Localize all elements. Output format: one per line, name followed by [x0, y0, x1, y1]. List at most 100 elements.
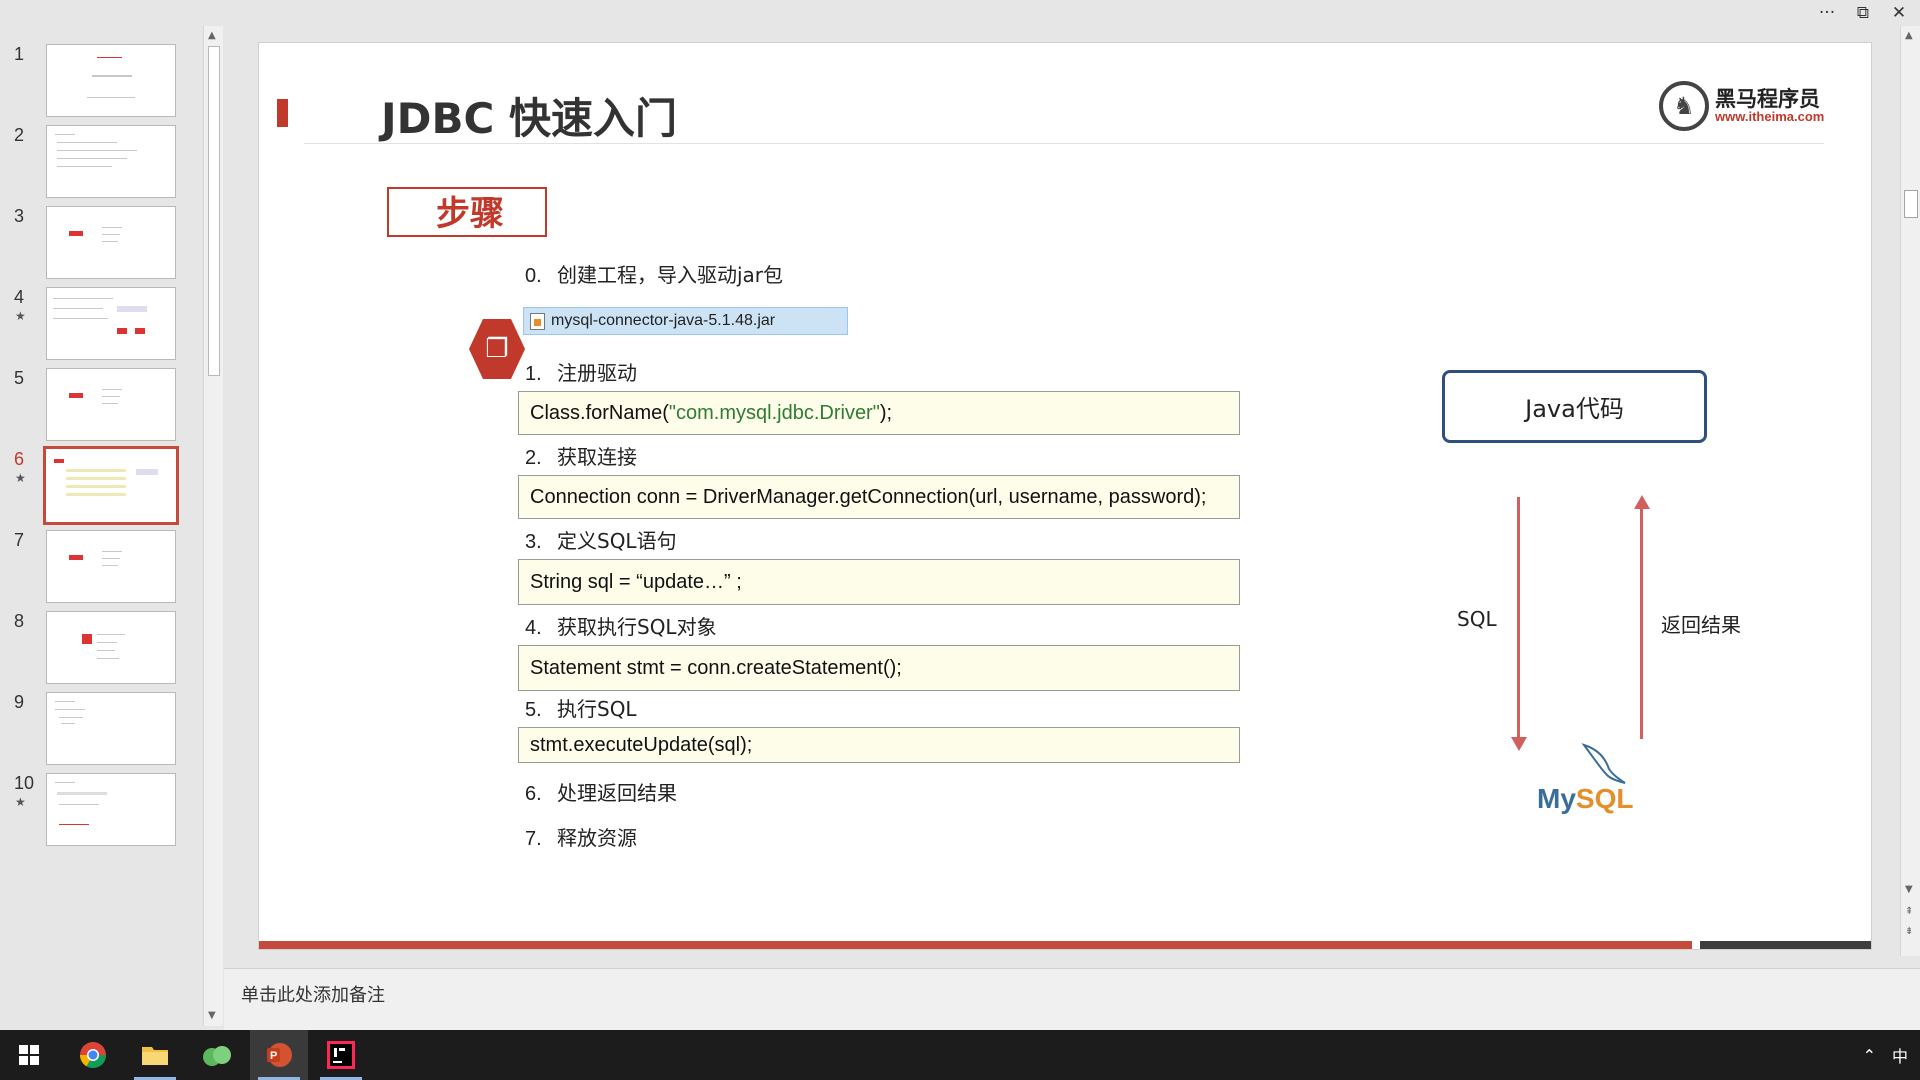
horse-logo-icon: ♞ [1659, 81, 1709, 131]
step-number: 5. [525, 699, 542, 721]
taskbar-chrome[interactable] [64, 1030, 122, 1080]
code-execute-sql[interactable]: stmt.executeUpdate(sql); [518, 727, 1240, 763]
slide-title[interactable]: JDBC 快速入门 [381, 85, 677, 146]
taskbar-app[interactable] [188, 1030, 246, 1080]
step-text: 创建工程，导入驱动jar包 [557, 263, 784, 287]
mysql-my: My [1537, 783, 1576, 814]
thumbnail-number: 1 [14, 44, 25, 64]
arrow-down-head-icon [1511, 737, 1527, 751]
mysql-logo: MySQL [1537, 743, 1647, 823]
animation-star-icon: ★ [15, 309, 26, 323]
thumbnail-number: 4 [14, 287, 25, 307]
tray-expand-icon[interactable]: ⌃ [1863, 1046, 1876, 1065]
thumbnail-scrollbar[interactable]: ▲ ▼ [203, 26, 223, 1026]
step-item: 6. 处理返回结果 [525, 777, 677, 806]
code-text: Class.forName( [530, 401, 669, 424]
current-slide[interactable]: JDBC 快速入门 ♞ 黑马程序员 www.itheima.com ❐ 步骤 0… [258, 42, 1872, 950]
step-number: 3. [525, 531, 542, 553]
mysql-wordmark: MySQL [1537, 783, 1633, 815]
scrollbar-thumb[interactable] [1904, 190, 1918, 218]
input-method-indicator[interactable]: 中 [1892, 1043, 1908, 1067]
system-tray: ⌃ 中 [1863, 1030, 1908, 1080]
step-text: 获取执行SQL对象 [557, 615, 717, 639]
taskbar-intellij[interactable] [312, 1030, 370, 1080]
slide-thumbnail-pane: 1 2 3 4 ★ 5 6 ★ 7 8 9 10 ★ [0, 26, 205, 1026]
thumbnail-slide-9[interactable]: 9 [0, 692, 200, 782]
code-register-driver[interactable]: Class.forName("com.mysql.jdbc.Driver"); [518, 391, 1240, 435]
thumbnail-slide-8[interactable]: 8 [0, 611, 200, 701]
document-icon: ❐ [469, 319, 525, 379]
thumbnail-number: 10 [14, 773, 35, 793]
notes-placeholder: 单击此处添加备注 [241, 985, 385, 1006]
animation-star-icon: ★ [15, 471, 26, 485]
scroll-up-arrow-icon[interactable]: ▲ [1905, 30, 1913, 41]
more-options-button[interactable]: ··· [1816, 3, 1838, 23]
slide-scrollbar[interactable]: ▲ ▼ ⇞ ⇟ [1900, 26, 1920, 956]
thumbnail-preview [43, 446, 179, 525]
step-item: 3. 定义SQL语句 [525, 525, 677, 554]
thumbnail-slide-2[interactable]: 2 [0, 125, 200, 215]
step-item: 0. 创建工程，导入驱动jar包 [525, 259, 783, 288]
jar-file-icon [530, 312, 545, 330]
thumbnail-slide-6[interactable]: 6 ★ [0, 446, 200, 539]
notes-pane[interactable]: 单击此处添加备注 [224, 968, 1920, 1030]
step-header-label: 步骤 [436, 194, 504, 234]
footer-dark-bar [1700, 941, 1871, 949]
code-text: String sql = “update…” ; [530, 570, 742, 593]
windows-icon [19, 1045, 39, 1065]
thumbnail-slide-3[interactable]: 3 [0, 206, 200, 296]
step-number: 6. [525, 783, 542, 805]
thumbnail-number: 2 [14, 125, 25, 145]
step-text: 获取连接 [557, 445, 637, 469]
scrollbar-thumb[interactable] [208, 46, 220, 376]
thumbnail-slide-7[interactable]: 7 [0, 530, 200, 620]
green-app-icon [203, 1046, 231, 1066]
next-slide-icon[interactable]: ⇟ [1905, 926, 1913, 937]
step-text: 注册驱动 [557, 361, 637, 385]
thumbnail-preview [46, 44, 176, 117]
itheima-logo: ♞ 黑马程序员 www.itheima.com [1659, 81, 1824, 131]
thumbnail-preview [46, 287, 176, 360]
step-text: 执行SQL [557, 697, 637, 721]
sql-down-arrow [1517, 497, 1520, 739]
code-define-sql[interactable]: String sql = “update…” ; [518, 559, 1240, 605]
taskbar-file-explorer[interactable] [126, 1030, 184, 1080]
arrow-up-head-icon [1634, 495, 1650, 509]
thumbnail-number: 5 [14, 368, 25, 388]
thumbnail-preview [46, 206, 176, 279]
thumbnail-number: 3 [14, 206, 25, 226]
previous-slide-icon[interactable]: ⇞ [1905, 906, 1913, 917]
close-button[interactable]: ✕ [1888, 3, 1910, 23]
scroll-up-arrow-icon[interactable]: ▲ [208, 30, 216, 41]
thumbnail-slide-4[interactable]: 4 ★ [0, 287, 200, 377]
scroll-down-arrow-icon[interactable]: ▼ [208, 1010, 216, 1021]
java-code-box[interactable]: Java代码 [1442, 370, 1707, 443]
thumbnail-number: 6 [14, 449, 25, 469]
thumbnail-number: 8 [14, 611, 25, 631]
code-get-connection[interactable]: Connection conn = DriverManager.getConne… [518, 475, 1240, 519]
taskbar: P ⌃ 中 [0, 1030, 1920, 1080]
code-string: "com.mysql.jdbc.Driver" [668, 401, 880, 424]
step-item: 4. 获取执行SQL对象 [525, 611, 717, 640]
jar-file-item[interactable]: mysql-connector-java-5.1.48.jar [523, 307, 848, 335]
thumbnail-preview [46, 773, 176, 846]
thumbnail-slide-5[interactable]: 5 [0, 368, 200, 458]
step-item: 5. 执行SQL [525, 693, 637, 722]
mysql-sql: SQL [1575, 783, 1634, 814]
title-accent-bar [277, 99, 288, 127]
scroll-down-arrow-icon[interactable]: ▼ [1905, 884, 1913, 895]
code-create-statement[interactable]: Statement stmt = conn.createStatement(); [518, 645, 1240, 691]
thumbnail-preview [46, 125, 176, 198]
restore-button[interactable]: ⧉ [1852, 3, 1874, 23]
thumbnail-slide-1[interactable]: 1 [0, 44, 200, 134]
logo-url: www.itheima.com [1715, 109, 1825, 125]
result-up-arrow [1640, 509, 1643, 739]
thumbnail-slide-10[interactable]: 10 ★ [0, 773, 200, 863]
taskbar-powerpoint[interactable]: P [250, 1030, 308, 1080]
chrome-icon [79, 1042, 107, 1069]
step-number: 2. [525, 447, 542, 469]
return-result-label: 返回结果 [1661, 613, 1741, 637]
thumbnail-number: 9 [14, 692, 25, 712]
folder-icon [142, 1047, 168, 1065]
start-button[interactable] [0, 1030, 58, 1080]
